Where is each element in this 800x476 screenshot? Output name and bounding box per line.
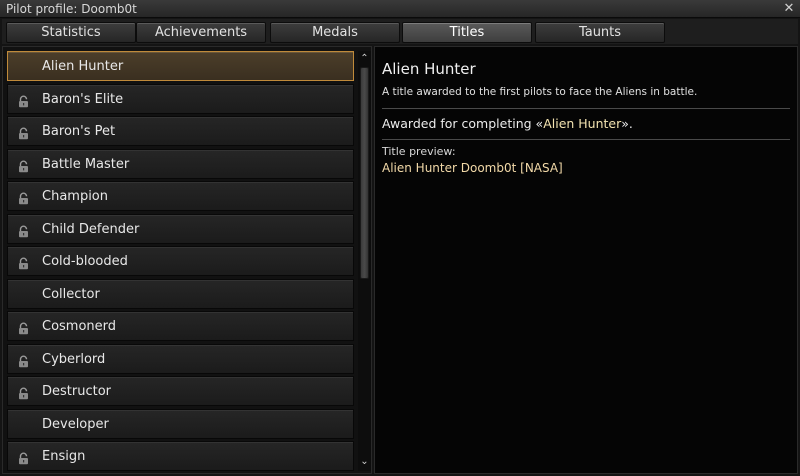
title-detail-panel: Alien Hunter A title awarded to the firs… [374,46,798,474]
lock-icon [17,93,30,107]
window-title: Pilot profile: Doomb0t [6,2,137,16]
lock-icon [17,158,30,172]
lock-icon [17,450,30,465]
detail-description: A title awarded to the first pilots to f… [382,86,698,98]
scroll-thumb[interactable] [360,67,369,279]
close-icon[interactable]: ✕ [781,1,797,17]
title-list-item[interactable]: Developer [7,408,354,439]
lock-icon [17,320,30,335]
awarded-achievement-link: Alien Hunter [543,116,622,131]
title-list-item[interactable]: Child Defender [7,213,354,244]
title-list-item[interactable]: Ensign [7,441,354,471]
divider [382,108,790,109]
awarded-suffix: ». [621,116,633,131]
lock-icon [17,125,30,140]
titles-list-panel: Alien Hunter Baron's Elite Baron's Pet Batt… [2,46,372,474]
title-list-item-label: Collector [42,286,100,302]
title-list-item-label: Child Defender [42,221,140,237]
scroll-down-icon[interactable]: ⌄ [358,455,371,469]
title-list-item-label: Cyberlord [42,351,106,367]
lock-icon [17,385,30,400]
title-bar: Pilot profile: Doomb0t ✕ [0,0,800,18]
title-list-item-label: Alien Hunter [42,59,124,74]
awarded-text: Awarded for completing «Alien Hunter». [382,115,633,133]
title-list-item[interactable]: Destructor [7,376,354,406]
title-list-item-label: Baron's Pet [42,124,116,139]
title-list-item-label: Champion [42,189,109,204]
title-list-item[interactable]: Cosmonerd [7,311,354,341]
title-list-item[interactable]: Champion [7,181,354,211]
tab-achievements[interactable]: Achievements [136,22,266,43]
tab-titles[interactable]: Titles [402,22,532,43]
pilot-profile-window: Pilot profile: Doomb0t ✕ Statistics Achi… [0,0,800,476]
scroll-up-icon[interactable]: ⌃ [358,52,371,66]
lock-icon [17,190,30,205]
awarded-prefix: Awarded for completing « [382,116,544,131]
title-list-item-label: Battle Master [42,156,130,172]
tab-bar: Statistics Achievements Medals Titles Ta… [2,19,798,44]
detail-title: Alien Hunter [382,60,476,78]
lock-icon [17,353,30,367]
tab-taunts[interactable]: Taunts [535,22,665,43]
lock-icon [17,255,30,270]
preview-label: Title preview: [382,145,456,158]
title-list-item[interactable]: Baron's Elite [7,83,354,114]
lock-icon [17,223,30,237]
title-list-item[interactable]: Alien Hunter [7,51,354,81]
title-list-item[interactable]: Cyberlord [7,343,354,374]
title-preview-value: Alien Hunter Doomb0t [NASA] [382,161,563,175]
title-list-item-label: Baron's Elite [42,91,124,107]
title-list-item[interactable]: Battle Master [7,148,354,179]
title-list-item-label: Cold-blooded [42,254,128,269]
tab-medals[interactable]: Medals [270,22,400,43]
title-list-item-label: Cosmonerd [42,319,117,334]
divider [382,139,790,140]
title-list-item[interactable]: Baron's Pet [7,116,354,146]
title-list-item-label: Developer [42,416,109,432]
title-list-item[interactable]: Cold-blooded [7,246,354,276]
title-list-item[interactable]: Collector [7,278,354,309]
title-list-item-label: Ensign [42,449,86,464]
scrollbar[interactable]: ⌃ ⌄ [358,51,371,471]
tab-statistics[interactable]: Statistics [6,22,136,43]
title-list-item-label: Destructor [42,384,112,399]
